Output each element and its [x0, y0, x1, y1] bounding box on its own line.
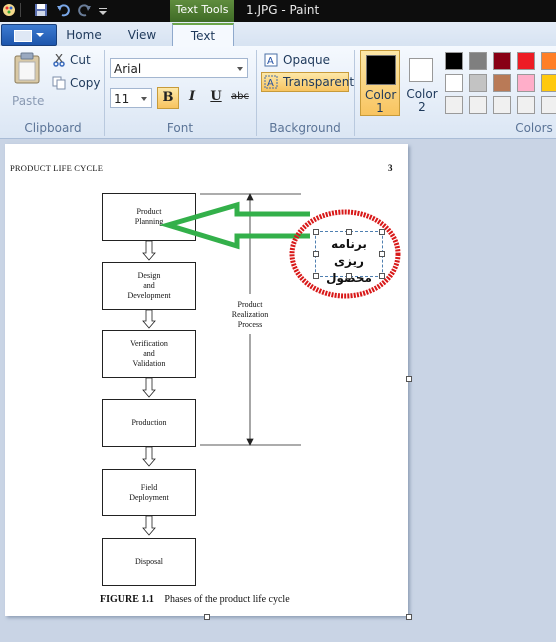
resize-handle[interactable] — [379, 229, 385, 235]
chevron-down-icon — [237, 67, 243, 71]
canvas-resize-handle-bottom[interactable] — [204, 614, 210, 620]
palette-swatch[interactable] — [493, 74, 511, 92]
image-canvas[interactable]: PRODUCT LIFE CYCLE 3 Product Planning Des… — [5, 144, 408, 616]
cut-button[interactable]: Cut — [70, 53, 91, 67]
palette-swatch[interactable] — [445, 52, 463, 70]
figure-label: FIGURE 1.1 — [100, 594, 154, 605]
palette-swatch[interactable] — [541, 74, 556, 92]
canvas-resize-handle-corner[interactable] — [406, 614, 412, 620]
underline-button[interactable]: U — [205, 87, 227, 109]
color2-button[interactable]: Color 2 — [404, 50, 440, 116]
color2-swatch — [409, 58, 433, 82]
text-tools-context-label: Text Tools — [170, 0, 234, 22]
window-title: 1.JPG - Paint — [246, 3, 320, 17]
scissors-icon — [53, 54, 65, 67]
paste-label: Paste — [12, 94, 45, 108]
opaque-button[interactable]: Opaque — [283, 53, 330, 67]
chevron-down-icon — [36, 33, 44, 37]
text-box-selection[interactable]: برنامه ریزی محصول — [313, 229, 385, 285]
canvas-resize-handle-right[interactable] — [406, 376, 412, 382]
redo-icon[interactable] — [78, 3, 92, 17]
copy-icon — [52, 76, 66, 90]
color2-number: 2 — [418, 100, 426, 114]
palette-swatch[interactable] — [469, 74, 487, 92]
transparent-label: Transparent — [283, 75, 355, 89]
figure-caption: FIGURE 1.1 Phases of the product life cy… — [100, 594, 290, 605]
resize-handle[interactable] — [379, 273, 385, 279]
ribbon-tab-row: Home View Text — [0, 22, 556, 49]
group-divider — [104, 50, 105, 136]
clipboard-group-label: Clipboard — [24, 121, 82, 135]
font-size-value: 11 — [114, 92, 130, 106]
opaque-icon: A — [264, 53, 278, 67]
paste-icon — [14, 52, 40, 84]
strikethrough-button[interactable]: abc — [228, 87, 252, 109]
resize-handle[interactable] — [313, 251, 319, 257]
palette-swatch[interactable] — [517, 96, 535, 114]
font-family-value: Arial — [114, 62, 142, 76]
group-divider — [354, 50, 355, 136]
palette-swatch[interactable] — [469, 52, 487, 70]
transparent-button[interactable]: A Transparent — [261, 72, 354, 92]
palette-swatch[interactable] — [469, 96, 487, 114]
paint-app-icon — [3, 4, 15, 16]
tab-home[interactable]: Home — [62, 26, 106, 46]
font-family-select[interactable]: Arial — [110, 58, 248, 78]
color2-label: Color — [406, 87, 438, 101]
resize-handle[interactable] — [379, 251, 385, 257]
resize-handle[interactable] — [346, 273, 352, 279]
ribbon-panel: Paste Cut Copy Clipboard Arial 11 B I U … — [0, 46, 556, 139]
palette-swatch[interactable] — [517, 52, 535, 70]
palette-swatch[interactable] — [445, 74, 463, 92]
palette-swatch[interactable] — [493, 96, 511, 114]
color1-button[interactable]: Color 1 — [360, 50, 400, 116]
bold-button[interactable]: B — [157, 87, 179, 109]
copy-button[interactable]: Copy — [70, 76, 100, 90]
palette-swatch[interactable] — [541, 96, 556, 114]
background-group-label: Background — [269, 121, 341, 135]
resize-handle[interactable] — [313, 229, 319, 235]
annotation-text: برنامه ریزی محصول — [316, 236, 382, 287]
color1-label: Color — [365, 88, 397, 102]
menu-icon — [14, 30, 32, 42]
undo-icon[interactable] — [56, 3, 70, 17]
palette-swatch[interactable] — [493, 52, 511, 70]
color1-swatch — [366, 55, 396, 85]
figure-caption-text: Phases of the product life cycle — [164, 594, 290, 605]
paint-menu-button[interactable] — [1, 24, 57, 46]
font-group-label: Font — [166, 121, 194, 135]
transparent-icon: A — [264, 75, 278, 89]
customize-arrow-icon[interactable] — [98, 3, 108, 17]
svg-text:A: A — [267, 78, 274, 89]
resize-handle[interactable] — [346, 229, 352, 235]
italic-button[interactable]: I — [181, 87, 203, 109]
svg-text:A: A — [267, 56, 274, 67]
color1-number: 1 — [376, 101, 384, 115]
group-divider — [256, 50, 257, 136]
resize-handle[interactable] — [313, 273, 319, 279]
paste-button[interactable]: Paste — [10, 52, 44, 108]
palette-swatch[interactable] — [517, 74, 535, 92]
save-icon[interactable] — [34, 3, 48, 17]
palette-swatch[interactable] — [445, 96, 463, 114]
font-size-select[interactable]: 11 — [110, 88, 152, 108]
title-bar: Text Tools 1.JPG - Paint — [0, 0, 556, 22]
chevron-down-icon — [141, 97, 147, 101]
colors-group-label: Colors — [515, 121, 553, 135]
annotation-line: برنامه ریزی — [331, 237, 367, 268]
tab-view[interactable]: View — [120, 26, 164, 46]
palette-swatch[interactable] — [541, 52, 556, 70]
